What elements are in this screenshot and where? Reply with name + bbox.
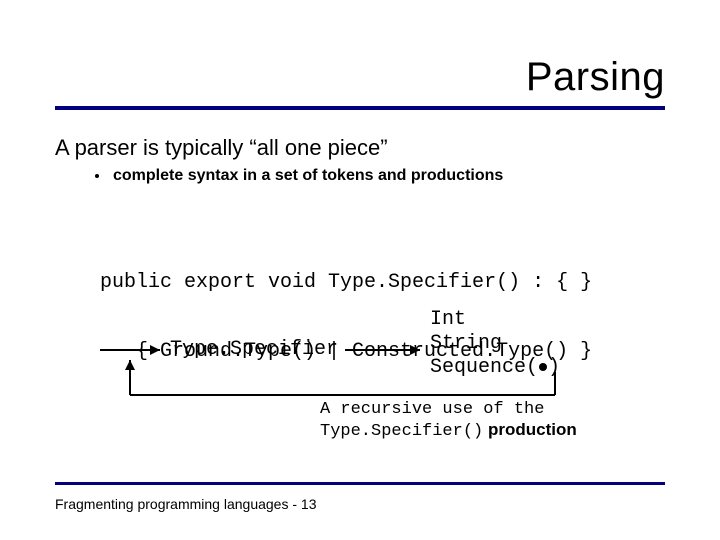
bullet-icon bbox=[95, 174, 99, 178]
caption-line-1: A recursive use of the bbox=[320, 400, 577, 420]
footer-rule bbox=[55, 482, 665, 485]
title-block: Parsing bbox=[55, 55, 665, 110]
types-list: Int String Sequence() bbox=[430, 308, 560, 380]
caption-code: Type.Specifier() bbox=[320, 422, 483, 441]
lead-text: A parser is typically “all one piece” bbox=[55, 135, 665, 161]
type-sequence: Sequence() bbox=[430, 356, 560, 380]
caption-line-2: Type.Specifier() production bbox=[320, 420, 577, 442]
title-underline bbox=[55, 106, 665, 110]
type-sequence-suffix: ) bbox=[548, 356, 560, 379]
type-sequence-prefix: Sequence( bbox=[430, 356, 538, 379]
slide: Parsing A parser is typically “all one p… bbox=[0, 0, 720, 540]
code-line-1: public export void Type.Specifier() : { … bbox=[100, 271, 592, 294]
type-specifier-label: Type.Specifier bbox=[170, 338, 338, 361]
bullet-row: complete syntax in a set of tokens and p… bbox=[95, 167, 665, 185]
body-block: A parser is typically “all one piece” co… bbox=[55, 135, 665, 185]
caption: A recursive use of the Type.Specifier() … bbox=[320, 400, 577, 442]
footer-text: Fragmenting programming languages - 13 bbox=[55, 496, 316, 512]
caption-rest: production bbox=[483, 420, 576, 439]
type-int: Int bbox=[430, 308, 560, 332]
bullet-text: complete syntax in a set of tokens and p… bbox=[113, 167, 503, 185]
slide-title: Parsing bbox=[55, 55, 665, 100]
type-string: String bbox=[430, 332, 560, 356]
dot-icon bbox=[538, 362, 548, 372]
